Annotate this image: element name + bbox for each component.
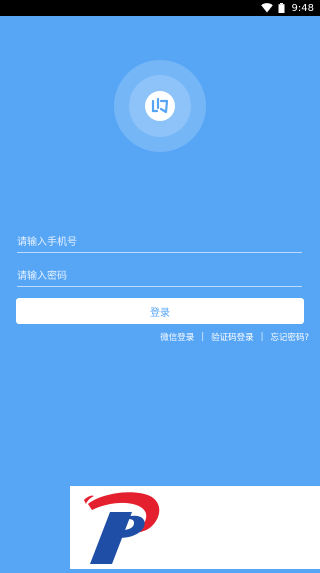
code-login-link[interactable]: 验证码登录 — [211, 331, 254, 343]
logo-ring — [129, 75, 191, 137]
phone-field[interactable] — [17, 230, 302, 254]
app-logo — [114, 60, 206, 152]
phone-input[interactable] — [17, 231, 302, 254]
wechat-login-link[interactable]: 微信登录 — [160, 331, 194, 343]
link-separator: | — [260, 332, 264, 342]
link-separator: | — [201, 332, 205, 342]
app-logo-icon — [151, 97, 169, 114]
forgot-password-link[interactable]: 忘记密码? — [270, 331, 309, 343]
status-bar: 9:48 — [0, 0, 320, 16]
logo-core — [145, 91, 175, 121]
status-time: 9:48 — [291, 2, 314, 14]
wifi-icon — [260, 3, 273, 13]
password-field[interactable] — [17, 264, 302, 288]
battery-icon — [278, 3, 285, 13]
password-input[interactable] — [17, 265, 302, 288]
login-button[interactable]: 登录 — [16, 298, 304, 324]
alt-login-links: 微信登录 | 验证码登录 | 忘记密码? — [160, 331, 309, 343]
ad-banner[interactable] — [70, 486, 320, 569]
brand-logo-icon — [84, 492, 160, 564]
